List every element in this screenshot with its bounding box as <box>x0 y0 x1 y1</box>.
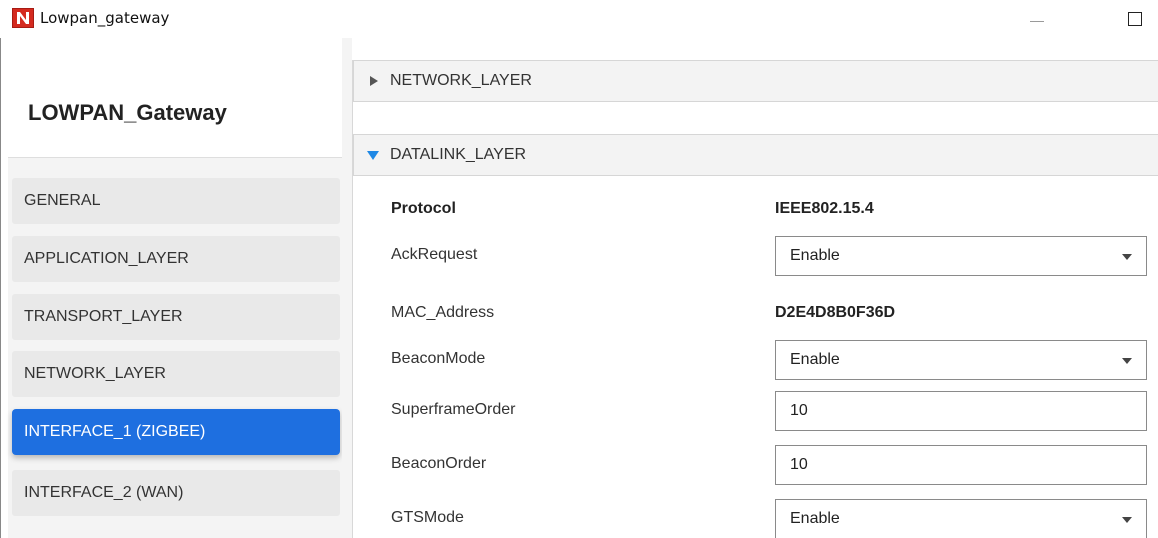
field-row-mac-address: MAC_Address D2E4D8B0F36D <box>353 292 1158 336</box>
field-row-gts-mode: GTSMode Enable <box>353 497 1158 538</box>
chevron-down-icon <box>1122 358 1132 364</box>
beacon-order-value: 10 <box>790 456 808 473</box>
field-row-protocol: Protocol IEEE802.15.4 <box>353 188 1158 232</box>
ack-request-selected-value: Enable <box>790 247 840 264</box>
sidebar-item-interface-2-wan[interactable]: INTERFACE_2 (WAN) <box>12 470 340 516</box>
section-network-layer[interactable]: NETWORK_LAYER <box>353 60 1158 102</box>
sidebar-item-transport-layer[interactable]: TRANSPORT_LAYER <box>12 294 340 340</box>
field-row-beacon-order: BeaconOrder 10 <box>353 443 1158 487</box>
field-row-beacon-mode: BeaconMode Enable <box>353 338 1158 382</box>
beacon-mode-select[interactable]: Enable <box>775 340 1147 380</box>
field-row-ack-request: AckRequest Enable <box>353 234 1158 278</box>
superframe-order-value: 10 <box>790 402 808 419</box>
gts-mode-label: GTSMode <box>391 509 464 526</box>
beacon-mode-selected-value: Enable <box>790 351 840 368</box>
sidebar-item-network-layer[interactable]: NETWORK_LAYER <box>12 351 340 397</box>
triangle-down-icon <box>366 147 382 163</box>
minimize-icon[interactable] <box>1018 10 1058 30</box>
chevron-down-icon <box>1122 517 1132 523</box>
triangle-right-icon <box>366 73 382 89</box>
mac-address-value: D2E4D8B0F36D <box>775 304 896 321</box>
beacon-order-input[interactable]: 10 <box>775 445 1147 485</box>
gts-mode-select[interactable]: Enable <box>775 499 1147 538</box>
superframe-order-input[interactable]: 10 <box>775 391 1147 431</box>
section-network-layer-label: NETWORK_LAYER <box>390 72 532 89</box>
title-bar[interactable]: Lowpan_gateway <box>0 0 1158 38</box>
content-panel: NETWORK_LAYER DATALINK_LAYER Protocol IE… <box>352 60 1158 538</box>
chevron-down-icon <box>1122 254 1132 260</box>
ack-request-label: AckRequest <box>391 246 478 263</box>
app-window: Lowpan_gateway LOWPAN_Gateway GENERAL AP… <box>0 0 1158 538</box>
section-datalink-layer-label: DATALINK_LAYER <box>390 146 527 163</box>
sidebar: LOWPAN_Gateway GENERAL APPLICATION_LAYER… <box>8 38 342 538</box>
maximize-icon[interactable] <box>1124 11 1158 33</box>
window-title: Lowpan_gateway <box>40 9 170 27</box>
sidebar-header: LOWPAN_Gateway <box>8 38 342 158</box>
window-left-border <box>0 38 8 538</box>
mac-address-label: MAC_Address <box>391 304 495 321</box>
superframe-order-label: SuperframeOrder <box>391 401 516 418</box>
gts-mode-selected-value: Enable <box>790 510 840 527</box>
protocol-label: Protocol <box>391 200 456 217</box>
sidebar-title: LOWPAN_Gateway <box>28 100 227 125</box>
app-logo-icon <box>12 8 34 28</box>
field-row-superframe-order: SuperframeOrder 10 <box>353 389 1158 433</box>
sidebar-item-general[interactable]: GENERAL <box>12 178 340 224</box>
sidebar-item-interface-1-zigbee[interactable]: INTERFACE_1 (ZIGBEE) <box>12 409 340 455</box>
protocol-value: IEEE802.15.4 <box>775 200 874 217</box>
sidebar-item-application-layer[interactable]: APPLICATION_LAYER <box>12 236 340 282</box>
split-divider[interactable] <box>342 38 352 538</box>
ack-request-select[interactable]: Enable <box>775 236 1147 276</box>
beacon-order-label: BeaconOrder <box>391 455 487 472</box>
section-datalink-layer[interactable]: DATALINK_LAYER <box>353 134 1158 176</box>
beacon-mode-label: BeaconMode <box>391 350 486 367</box>
